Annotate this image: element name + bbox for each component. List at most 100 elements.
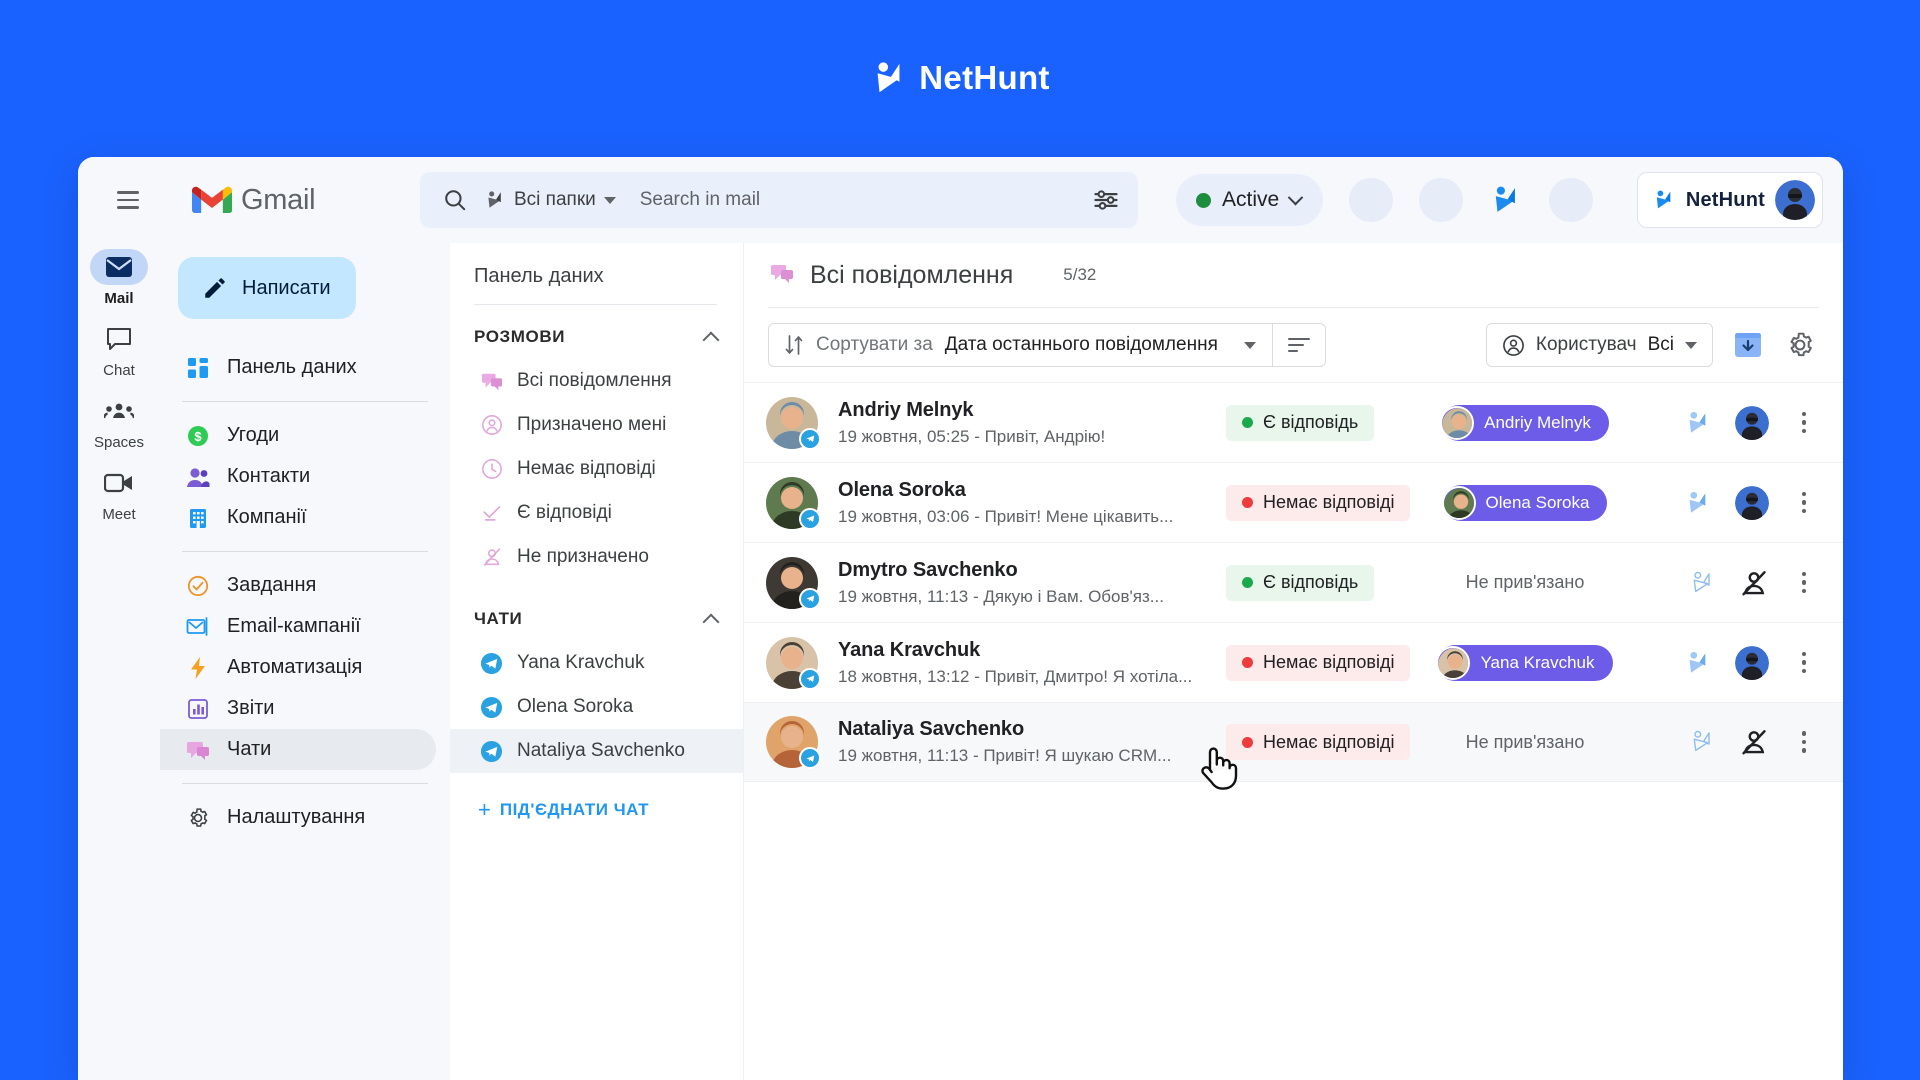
table-row[interactable]: Olena Soroka 19 жовтня, 03:06 - Привіт! М… [744,462,1843,542]
linked-contact-chip[interactable]: Andriy Melnyk [1440,404,1609,441]
table-row[interactable]: Yana Kravchuk 18 жовтня, 13:12 - Привіт, … [744,622,1843,702]
nav-item-deals[interactable]: $ Угоди [160,415,436,456]
status-badge: Є відповідь [1226,404,1375,441]
linked-contact-name: Olena Soroka [1485,492,1590,512]
compose-button[interactable]: Написати [178,257,356,319]
search-input[interactable] [639,172,1092,228]
rail-item-chat[interactable]: Chat [83,321,155,379]
gmail-logo[interactable]: Gmail [192,184,378,217]
placeholder-circle-3[interactable] [1549,178,1594,222]
section-header-conversations[interactable]: РОЗМОВИ [450,305,743,359]
gmail-icon [192,186,232,213]
status-badge: Немає відповіді [1226,484,1411,521]
user-filter-prefix: Користувач [1535,334,1637,355]
all-messages-icon [770,262,794,289]
import-button[interactable] [1731,328,1765,362]
placeholder-circle-2[interactable] [1419,178,1464,222]
nav-item-chats[interactable]: Чати [160,729,436,770]
nethunt-arrow-icon [488,191,501,208]
nav-item-settings[interactable]: Налаштування [160,797,436,838]
chevron-down-icon [1243,341,1256,349]
folder-item-no-reply[interactable]: Немає відповіді [450,447,743,491]
search-options-icon[interactable] [1092,186,1120,214]
avatar [766,556,821,610]
nethunt-link-button[interactable] [1687,568,1717,598]
linked-contact-chip[interactable]: Yana Kravchuk [1436,644,1613,681]
google-apps-rail: Mail Chat Spaces Meet [78,243,160,1080]
nav-item-tasks[interactable]: Завдання [160,565,436,606]
account-badge[interactable]: NetHunt [1636,172,1823,228]
list-settings-button[interactable] [1783,328,1817,362]
chat-item-yana-kravchuk[interactable]: Yana Kravchuk [450,641,743,685]
sort-dropdown[interactable]: Сортувати за Дата останнього повідомленн… [769,324,1272,366]
user-avatar-icon [1775,180,1815,220]
status-dropdown[interactable]: Active [1176,174,1324,226]
hamburger-menu-icon[interactable] [104,176,152,224]
linked-contact-chip[interactable]: Olena Soroka [1441,484,1608,521]
chats-icon [186,738,210,762]
rail-item-mail[interactable]: Mail [83,249,155,307]
nav-item-reports[interactable]: Звіти [160,688,436,729]
gmail-label: Gmail [241,183,316,216]
row-menu-button[interactable] [1791,731,1817,753]
assignee-avatar[interactable] [1735,405,1769,440]
user-filter-dropdown[interactable]: Користувач Всі [1485,323,1713,367]
search-bar[interactable]: Всі папки [420,172,1138,228]
row-menu-button[interactable] [1791,411,1817,434]
nav-item-companies[interactable]: Компанії [160,497,436,538]
nethunt-link-button[interactable] [1683,408,1713,438]
row-actions [1683,405,1817,440]
nav-item-automation[interactable]: Автоматизація [160,647,436,688]
nethunt-arrow-icon [1689,651,1706,673]
folder-item-assigned-to-me[interactable]: Призначено мені [450,403,743,447]
nethunt-arrow-icon[interactable] [1489,183,1523,217]
nav-divider-3 [182,783,428,784]
message-preview: 19 жовтня, 03:06 - Привіт! Мене цікавить… [838,506,1174,526]
placeholder-circle-1[interactable] [1349,178,1394,222]
telegram-icon [799,667,821,690]
unassigned-person-icon [1742,570,1766,595]
avatar [1441,485,1476,520]
nav-item-contacts[interactable]: Контакти [160,456,436,497]
chat-item-olena-soroka[interactable]: Olena Soroka [450,685,743,729]
nethunt-link-button[interactable] [1683,648,1713,678]
chat-item-nataliya-savchenko[interactable]: Nataliya Savchenko [450,729,743,773]
nethunt-arrow-outline-icon [1693,730,1710,752]
table-row[interactable]: Nataliya Savchenko 19 жовтня, 11:13 - При… [744,702,1843,782]
nav-label-tasks: Завдання [227,574,317,596]
connect-chat-button[interactable]: + ПІД'ЄДНАТИ ЧАТ [450,773,743,821]
unassigned-button[interactable] [1739,568,1769,598]
list-density-button[interactable] [1273,324,1325,366]
assignee-avatar[interactable] [1735,485,1769,520]
avatar[interactable] [1775,180,1815,220]
assignee-avatar[interactable] [1735,645,1769,680]
folder-item-unassigned[interactable]: Не призначено [450,535,743,579]
folder-item-all-messages[interactable]: Всі повідомлення [450,359,743,403]
nav-item-email-campaigns[interactable]: Email-кампанії [160,606,436,647]
dashboard-icon [186,356,210,380]
nav-item-dashboard[interactable]: Панель даних [160,347,436,388]
nethunt-link-button[interactable] [1683,488,1713,518]
folder-item-has-reply[interactable]: Є відповіді [450,491,743,535]
message-count: 5/32 [1063,265,1097,284]
status-badge-slot: Немає відповіді [1226,724,1422,760]
table-row[interactable]: Dmytro Savchenko 19 жовтня, 11:13 - Дякую… [744,542,1843,622]
contact-photo [1443,487,1474,518]
rail-item-spaces[interactable]: Spaces [83,393,155,451]
row-menu-button[interactable] [1791,491,1817,514]
table-row[interactable]: Andriy Melnyk 19 жовтня, 05:25 - Привіт, … [744,382,1843,462]
nethunt-link-button[interactable] [1687,727,1717,757]
list-toolbar: Сортувати за Дата останнього повідомленн… [744,308,1843,382]
row-actions [1687,727,1817,757]
unassigned-button[interactable] [1739,727,1769,757]
folder-filter-dropdown[interactable]: Всі папки [484,189,616,211]
contact-slot: Andriy Melnyk [1422,404,1628,441]
section-header-chats[interactable]: ЧАТИ [450,579,743,641]
gmail-nav: Написати Панель даних $ Угоди Контакти К… [160,243,450,1080]
status-badge-label: Є відповідь [1263,572,1359,592]
row-menu-button[interactable] [1791,571,1817,594]
status-badge-label: Немає відповіді [1263,492,1395,512]
row-menu-button[interactable] [1791,651,1817,674]
message-list: Andriy Melnyk 19 жовтня, 05:25 - Привіт, … [744,382,1843,1080]
rail-item-meet[interactable]: Meet [83,465,155,523]
